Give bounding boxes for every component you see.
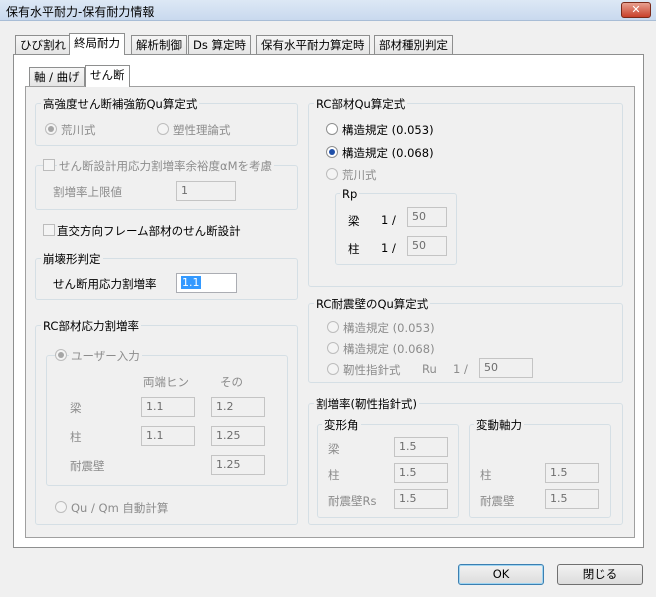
tab-ds-calc[interactable]: Ds 算定時 <box>188 35 252 55</box>
window-title: 保有水平耐力-保有耐力情報 <box>6 5 155 19</box>
deform-column-label: 柱 <box>328 468 340 482</box>
rp-column-input[interactable]: 50 <box>407 236 447 256</box>
row-wall-label: 耐震壁 <box>70 459 105 473</box>
axial-column-label: 柱 <box>480 468 492 482</box>
wall-other-input[interactable]: 1.25 <box>211 455 265 475</box>
beam-other-input[interactable]: 1.2 <box>211 397 265 417</box>
radio-auto-calc-label: Qu / Qm 自動計算 <box>71 501 169 515</box>
deform-beam-label: 梁 <box>328 442 340 456</box>
rp-beam-input[interactable]: 50 <box>407 207 447 227</box>
axial-column-input[interactable]: 1.5 <box>545 463 599 483</box>
alpha-m-label: せん断設計用応力割増率余裕度αMを考慮 <box>57 158 275 174</box>
radio-wall-053-label: 構造規定 (0.053) <box>343 321 435 335</box>
rp-beam-prefix: 1 / <box>381 213 396 227</box>
ortho-frame-checkbox[interactable] <box>43 224 55 236</box>
axial-wall-label: 耐震壁 <box>480 494 515 508</box>
rp-title: Rp <box>340 187 360 201</box>
high-strength-title: 高強度せん断補強筋Qu算定式 <box>41 96 200 112</box>
limit-input[interactable]: 1 <box>176 181 236 201</box>
radio-rc-arakawa[interactable] <box>326 168 338 180</box>
radio-rc-053-label: 構造規定 (0.053) <box>342 123 434 137</box>
radio-plastic-theory-label: 塑性理論式 <box>173 123 231 137</box>
column-other-input[interactable]: 1.25 <box>211 426 265 446</box>
close-window-button[interactable]: ✕ <box>621 2 651 18</box>
radio-plastic-theory[interactable] <box>157 123 169 135</box>
radio-rc-arakawa-label: 荒川式 <box>342 168 377 182</box>
deform-wall-input[interactable]: 1.5 <box>394 489 448 509</box>
col-header-both-ends: 両端ヒン <box>143 375 189 389</box>
subtab-axial-bending[interactable]: 軸 / 曲げ <box>29 67 85 87</box>
radio-wall-toughness-label: 靭性指針式 <box>343 363 401 377</box>
beam-both-input[interactable]: 1.1 <box>141 397 195 417</box>
ratio-toughness-title: 割増率(靭性指針式) <box>314 396 419 412</box>
radio-wall-068-label: 構造規定 (0.068) <box>343 342 435 356</box>
col-header-other: その <box>220 375 243 389</box>
tab-analysis-control[interactable]: 解析制御 <box>131 35 187 55</box>
radio-arakawa[interactable] <box>45 123 57 135</box>
tab-horizontal-capacity[interactable]: 保有水平耐力算定時 <box>256 35 370 55</box>
column-both-input[interactable]: 1.1 <box>141 426 195 446</box>
ortho-frame-label: 直交方向フレーム部材のせん断設計 <box>57 224 241 238</box>
close-button[interactable]: 閉じる <box>557 564 643 585</box>
ru-input[interactable]: 50 <box>479 358 533 378</box>
ru-prefix: 1 / <box>453 362 468 376</box>
deform-wall-label: 耐震壁Rs <box>328 494 377 508</box>
radio-user-input[interactable] <box>55 349 67 361</box>
radio-wall-053[interactable] <box>327 321 339 333</box>
rc-qu-title: RC部材Qu算定式 <box>314 96 408 112</box>
radio-arakawa-label: 荒川式 <box>61 123 96 137</box>
collapse-title: 崩壊形判定 <box>41 251 103 267</box>
axial-title: 変動軸力 <box>474 417 524 433</box>
radio-user-input-label: ユーザー入力 <box>69 348 142 364</box>
rp-beam-label: 梁 <box>348 214 360 228</box>
tab-member-type[interactable]: 部材種別判定 <box>374 35 453 55</box>
deform-title: 変形角 <box>322 417 361 433</box>
radio-rc-068[interactable] <box>326 146 338 158</box>
row-column-label: 柱 <box>70 430 82 444</box>
shear-ratio-input[interactable]: 1.1 <box>176 273 237 293</box>
radio-wall-068[interactable] <box>327 342 339 354</box>
alpha-m-checkbox[interactable] <box>43 159 55 171</box>
wall-qu-title: RC耐震壁のQu算定式 <box>314 296 431 312</box>
ok-button[interactable]: OK <box>458 564 544 585</box>
subtab-shear[interactable]: せん断 <box>85 65 130 87</box>
radio-auto-calc[interactable] <box>55 501 67 513</box>
rc-ratio-title: RC部材応力割増率 <box>41 318 141 334</box>
radio-rc-053[interactable] <box>326 123 338 135</box>
deform-beam-input[interactable]: 1.5 <box>394 437 448 457</box>
tab-crack[interactable]: ひび割れ <box>15 35 71 55</box>
shear-ratio-label: せん断用応力割増率 <box>53 277 157 291</box>
ru-label: Ru <box>422 362 437 376</box>
rp-column-prefix: 1 / <box>381 241 396 255</box>
radio-rc-068-label: 構造規定 (0.068) <box>342 146 434 160</box>
radio-wall-toughness[interactable] <box>327 363 339 375</box>
tab-ultimate-strength[interactable]: 終局耐力 <box>69 33 125 55</box>
row-beam-label: 梁 <box>70 401 82 415</box>
limit-label: 割増率上限値 <box>53 185 122 199</box>
rp-column-label: 柱 <box>348 242 360 256</box>
axial-wall-input[interactable]: 1.5 <box>545 489 599 509</box>
deform-column-input[interactable]: 1.5 <box>394 463 448 483</box>
